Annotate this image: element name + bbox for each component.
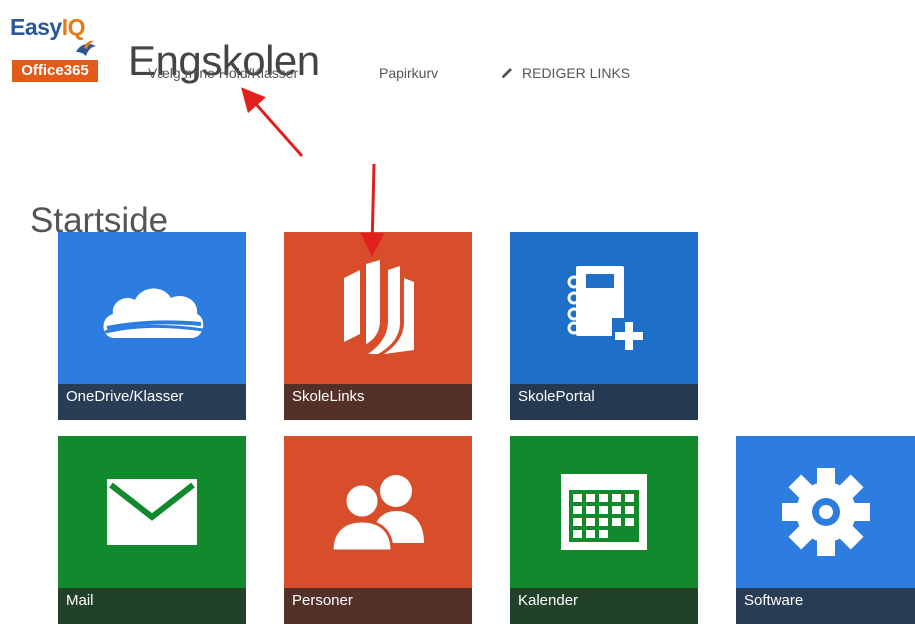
mail-icon <box>107 479 197 545</box>
tile-personer[interactable]: Personer <box>284 436 472 624</box>
tile-label: Mail <box>58 588 246 624</box>
tile-mail[interactable]: Mail <box>58 436 246 624</box>
tile-label: SkoleLinks <box>284 384 472 420</box>
easyiq-logo[interactable]: EasyIQ Office365 <box>8 14 98 84</box>
bird-icon <box>76 40 96 56</box>
tile-label: Personer <box>284 588 472 624</box>
tile-skolelinks-icon-wrap <box>284 232 472 384</box>
cloud-icon <box>103 288 204 338</box>
notebook-add-icon <box>567 266 646 352</box>
book-icon <box>344 260 414 354</box>
people-icon <box>330 475 424 551</box>
tile-kalender[interactable]: Kalender <box>510 436 698 624</box>
gear-icon <box>781 468 870 556</box>
tile-onedrive-icon-wrap <box>58 232 246 384</box>
tile-personer-icon-wrap <box>284 436 472 588</box>
tile-label: SkolePortal <box>510 384 698 420</box>
tile-label: Software <box>736 588 915 624</box>
tile-onedrive[interactable]: OneDrive/Klasser <box>58 232 246 420</box>
tile-mail-icon-wrap <box>58 436 246 588</box>
tile-label: OneDrive/Klasser <box>58 384 246 420</box>
tile-software-icon-wrap <box>736 436 915 588</box>
tile-skolelinks[interactable]: SkoleLinks <box>284 232 472 420</box>
calendar-icon <box>561 474 647 550</box>
logo-iq-text: IQ <box>61 14 86 40</box>
office365-badge: Office365 <box>12 60 98 82</box>
edit-links-label: REDIGER LINKS <box>522 65 631 81</box>
edit-links-button[interactable]: REDIGER LINKS <box>500 65 630 81</box>
tile-skoleportal[interactable]: SkolePortal <box>510 232 698 420</box>
pencil-icon <box>502 68 512 78</box>
tile-label: Kalender <box>510 588 698 624</box>
logo-wordmark: EasyIQ <box>10 14 86 41</box>
nav-link-recycle-bin[interactable]: Papirkurv <box>379 65 438 81</box>
tile-software[interactable]: Software <box>736 436 915 624</box>
nav-link-select-classes[interactable]: Vælg mine Hold/Klasser <box>148 65 298 81</box>
arrow-to-nav-link <box>241 87 304 157</box>
logo-easy-text: Easy <box>10 14 62 40</box>
tile-kalender-icon-wrap <box>510 436 698 588</box>
tile-skoleportal-icon-wrap <box>510 232 698 384</box>
